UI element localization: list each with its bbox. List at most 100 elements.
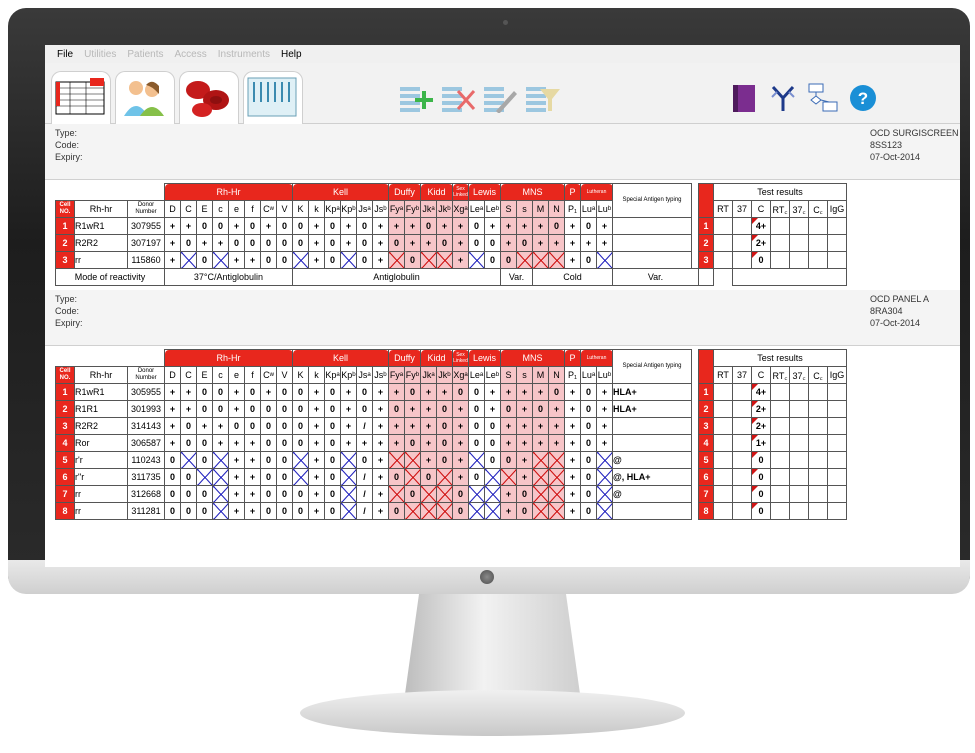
special-typing-header: Special Antigen typing (612, 183, 692, 218)
group-header-luth: Lutheran (580, 349, 613, 367)
menu-instruments[interactable]: Instruments (218, 49, 270, 60)
group-header-kell: Kell (292, 183, 389, 201)
mode-rh: 37°C/Antiglobulin (164, 268, 293, 286)
test-result-2: 0 (751, 451, 771, 469)
antigen-cell-25: + (564, 451, 581, 469)
antigen-cell-23 (532, 451, 549, 469)
table-row[interactable]: 5 r'r 110243 0 0 + +0 0 +0 0 + +0 +0 0 + +0 @5 0 (55, 451, 847, 469)
antigen-cell-25: + (564, 417, 581, 435)
special-antigen-value (612, 417, 692, 435)
antigen-cell-7: 0 (276, 383, 293, 401)
antigen-cell-12: / (356, 485, 373, 503)
antigen-cell-20: 0 (484, 251, 501, 269)
gap (692, 218, 699, 235)
antigen-cell-0: + (164, 400, 181, 418)
menu-access[interactable]: Access (175, 49, 207, 60)
filter-button[interactable] (526, 83, 560, 113)
antigen-cell-0: 0 (164, 468, 181, 486)
tab-patients[interactable] (115, 71, 175, 124)
test-result-1 (732, 434, 752, 452)
gap (692, 235, 699, 252)
table-row[interactable]: 3 rr 115860 +0 + +0 0 +0 0 +0 +0 0 +0 3 0 (55, 251, 847, 269)
edit-button[interactable] (484, 83, 517, 114)
antigen-cell-12: / (356, 502, 373, 520)
table-row[interactable]: 6 r"r 311735 0 0 + +0 0 +0/+0 0 +0 + +0 @, HLA+ 6 0 (55, 468, 847, 486)
group-header-p: P (564, 349, 581, 367)
antigen-cell-3: + (212, 417, 229, 435)
table-row[interactable]: 1 R1wR1 305955 + +0 0 +0 +0 0 +0 +0 + +0 + +0 0 + + + +0 +0 +… (55, 383, 847, 401)
test-result-1 (732, 502, 752, 520)
antigen-cell-6: 0 (260, 234, 277, 252)
antigen-cell-15 (404, 468, 421, 486)
antigen-cell-3: + (212, 234, 229, 252)
antigen-header-5: f (244, 366, 261, 384)
test-result-4 (789, 234, 809, 252)
test-col-header-1: 37 (732, 366, 752, 384)
antigen-cell-27 (596, 485, 613, 503)
test-col-header-2: C (751, 200, 771, 218)
tab-blood-cells[interactable] (179, 71, 239, 124)
antigen-cell-11: + (340, 217, 357, 235)
antigen-cell-7: 0 (276, 485, 293, 503)
antigen-cell-19 (468, 502, 485, 520)
tab-cassettes[interactable] (243, 71, 303, 124)
antigen-cell-22: + (516, 451, 533, 469)
test-result-3 (770, 234, 790, 252)
test-result-6 (827, 434, 847, 452)
antigen-cell-7: 0 (276, 468, 293, 486)
book-icon (733, 85, 755, 112)
gap (692, 184, 699, 201)
table-row[interactable]: 2 R1R1 301993 + +0 0 +0 0 0 0 +0 +0 +0 + +0 +0 +0 +0 + +0 + H… (55, 400, 847, 418)
antigen-cell-16: 0 (420, 468, 437, 486)
antigen-cell-3: 0 (212, 400, 229, 418)
table-row[interactable]: 2 R2R2 307197 +0 + +0 0 0 0 0 +0 +0 +0 + +0 +0 0 +0 + + + + +2… (55, 234, 847, 252)
menu-help[interactable]: Help (281, 49, 302, 60)
antigen-cell-4: + (228, 251, 245, 269)
antigen-cell-13: + (372, 383, 389, 401)
antigen-cell-2: + (196, 417, 213, 435)
test-result-0 (713, 400, 733, 418)
book-button[interactable] (730, 83, 760, 113)
antigen-cell-3 (212, 502, 229, 520)
antigen-cell-25: + (564, 502, 581, 520)
antigen-cell-7: 0 (276, 417, 293, 435)
antigen-cell-0: 0 (164, 485, 181, 503)
special-antigen-value (612, 502, 692, 520)
antigen-cell-5: 0 (244, 217, 261, 235)
antigen-cell-22: 0 (516, 502, 533, 520)
cassette-icon (247, 77, 297, 117)
group-header-duffy: Duffy (388, 349, 421, 367)
delete-button[interactable] (442, 83, 476, 113)
antigen-cell-24: 0 (548, 217, 565, 235)
tab-panel-grid[interactable] (51, 71, 111, 124)
table-row[interactable]: 3 R2R2 314143 +0 + +0 0 0 0 0 +0 + / + + + +0 +0 0 + + + + +0 +3… (55, 417, 847, 435)
antigen-cell-25: + (564, 485, 581, 503)
menu-file[interactable]: File (57, 49, 73, 60)
antigen-cell-11 (340, 251, 357, 269)
antibody-button[interactable] (768, 83, 798, 113)
cell-number: 8 (55, 502, 75, 520)
test-cell-number: 3 (698, 251, 714, 269)
test-result-5 (808, 383, 828, 401)
antigen-cell-9: + (308, 434, 325, 452)
help-button[interactable]: ? (848, 83, 878, 113)
menu-utilities[interactable]: Utilities (84, 49, 116, 60)
rh-hr-value: rr (74, 251, 128, 269)
table-row[interactable]: 7 rr 312668 0 0 0 + +0 0 0 +0/+0 0 +0 +0 @7 0 (55, 485, 847, 503)
test-cell-number: 6 (698, 468, 714, 486)
workflow-button[interactable] (807, 83, 838, 113)
table-row[interactable]: 4 Ror 306587 +0 0 + + +0 0 0 +0 + + + +0 +0 +0 0 + + + + +0 +4 1… (55, 434, 847, 452)
antigen-header-1: C (180, 366, 197, 384)
antigen-cell-6: 0 (260, 502, 277, 520)
antigen-cell-1: 0 (180, 234, 197, 252)
test-col-header-1: 37 (732, 200, 752, 218)
add-button[interactable] (400, 83, 433, 113)
antigen-cell-11 (340, 451, 357, 469)
test-cell-number: 5 (698, 451, 714, 469)
table-row[interactable]: 8 rr 311281 0 0 0 + +0 0 0 +0/+0 0 +0 +0 8 0 (55, 502, 847, 520)
menu-patients[interactable]: Patients (127, 49, 163, 60)
antigen-header-16: Jkᵃ (420, 366, 437, 384)
special-antigen-value: @ (612, 485, 692, 503)
table-row[interactable]: 1 R1wR1 307955 + +0 0 +0 +0 0 +0 +0 + + +0 + +0 + + + +0 +0 +… (55, 217, 847, 235)
svg-text:?: ? (858, 89, 868, 108)
